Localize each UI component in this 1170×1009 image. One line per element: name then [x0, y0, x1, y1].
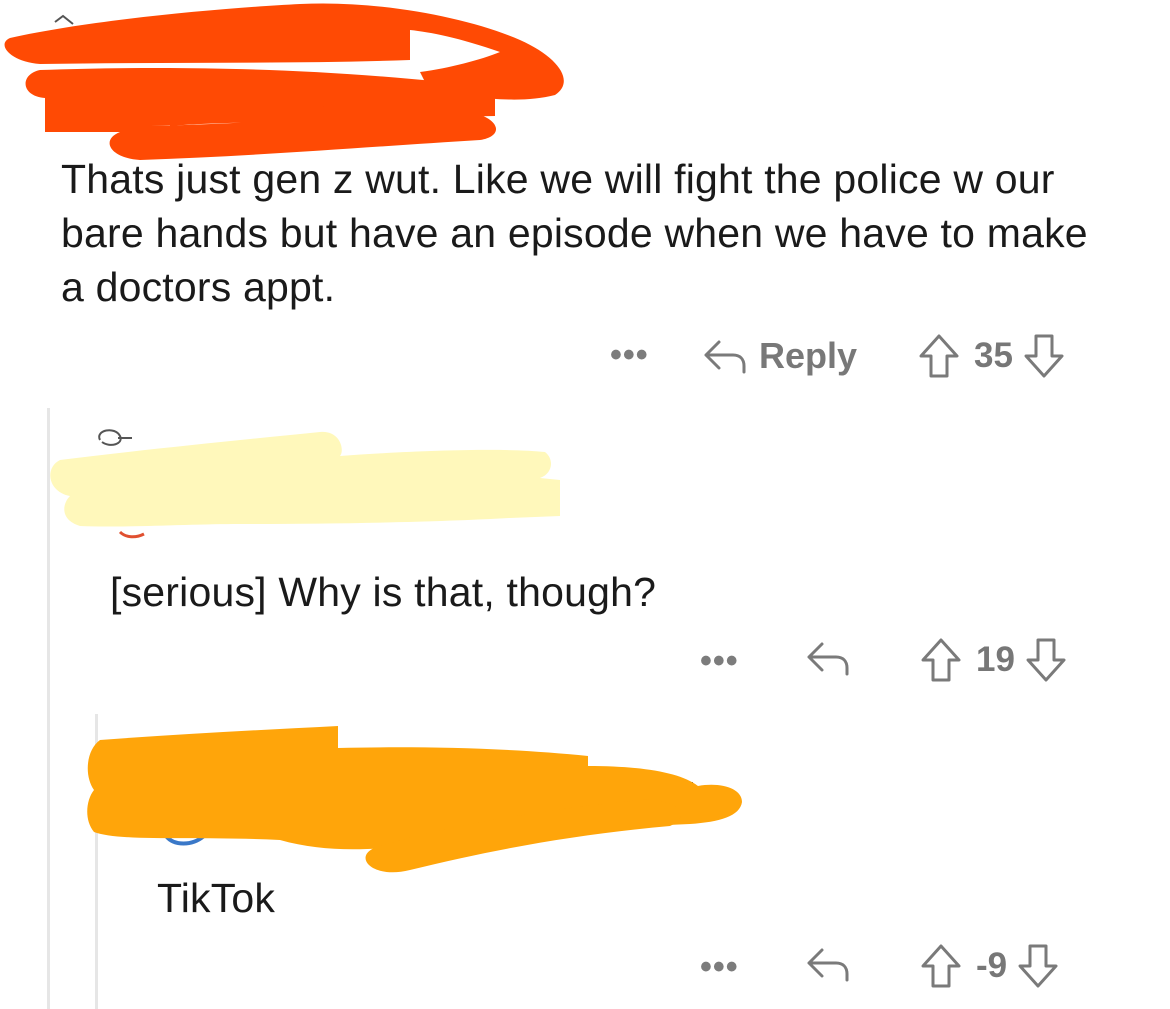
- comment-actions: ••• -9: [0, 936, 1170, 996]
- vote-score: 35: [974, 336, 1013, 375]
- vote-score: -9: [976, 946, 1008, 985]
- vote-score: 19: [976, 640, 1015, 679]
- downvote-arrow-icon[interactable]: [1015, 942, 1061, 990]
- reply-label: Reply: [759, 335, 858, 376]
- reply-arrow-icon: [704, 340, 746, 374]
- comment-body: TikTok: [157, 875, 276, 921]
- comment-body: [serious] Why is that, though?: [110, 569, 657, 615]
- comment-actions: ••• 19: [0, 630, 1170, 690]
- vote-controls: -9: [918, 942, 1061, 990]
- redacted-username-scribble: [87, 726, 742, 873]
- redacted-username-scribble: [4, 3, 564, 160]
- reply-button[interactable]: [806, 640, 862, 676]
- vote-controls: 35: [916, 332, 1067, 380]
- downvote-arrow-icon[interactable]: [1021, 332, 1067, 380]
- downvote-arrow-icon[interactable]: [1023, 636, 1069, 684]
- reply-button[interactable]: Reply: [703, 335, 857, 377]
- vote-controls: 19: [918, 636, 1069, 684]
- upvote-arrow-icon[interactable]: [918, 636, 964, 684]
- reply-arrow-icon: [807, 948, 849, 982]
- upvote-arrow-icon[interactable]: [916, 332, 962, 380]
- comment-actions: ••• Reply 35: [0, 326, 1170, 386]
- reply-button[interactable]: [806, 946, 862, 982]
- redacted-username-scribble: [50, 429, 560, 539]
- upvote-arrow-icon[interactable]: [918, 942, 964, 990]
- more-options-button[interactable]: •••: [610, 338, 649, 372]
- comment-body: Thats just gen z wut. Like we will fight…: [61, 156, 1088, 310]
- more-options-button[interactable]: •••: [700, 644, 739, 678]
- reply-arrow-icon: [807, 642, 849, 676]
- more-options-button[interactable]: •••: [700, 950, 739, 984]
